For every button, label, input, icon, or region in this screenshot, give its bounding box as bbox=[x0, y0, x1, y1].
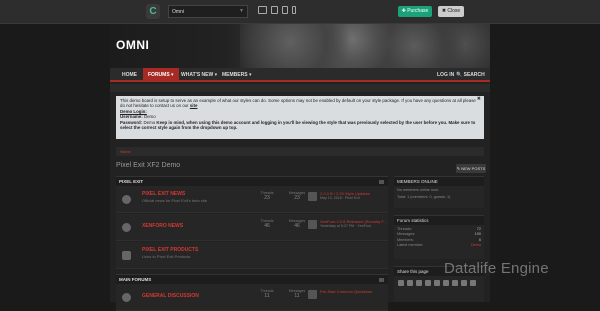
twitter-icon[interactable] bbox=[407, 280, 413, 286]
notice-username: Demo bbox=[143, 114, 156, 120]
nav-home[interactable]: HOME bbox=[122, 68, 137, 82]
avatar[interactable] bbox=[308, 192, 317, 201]
sub-nav bbox=[110, 84, 490, 92]
demo-notice: ✖ This demo board is setup to serve as a… bbox=[116, 96, 484, 139]
notice-demo-login: Demo Login: bbox=[120, 108, 147, 114]
forum-title[interactable]: PIXEL EXIT NEWS bbox=[142, 191, 185, 197]
members-online-text: No members online now. bbox=[397, 188, 439, 192]
theme-select[interactable]: Omni ▼ bbox=[168, 5, 248, 18]
watermark: Datalife Engine bbox=[444, 260, 549, 277]
breadcrumb-home[interactable]: Home bbox=[120, 149, 131, 154]
breadcrumb: Home bbox=[116, 147, 484, 156]
laptop-icon[interactable] bbox=[271, 6, 278, 14]
share-icons bbox=[398, 280, 478, 300]
banner-image bbox=[240, 24, 490, 68]
nav-search[interactable]: 🔍 SEARCH bbox=[456, 68, 485, 82]
notice-text: This demo board is setup to serve as an … bbox=[120, 98, 476, 109]
forum-row: XENFORO NEWS Threads 46 Messages 46 XenFor… bbox=[116, 214, 388, 241]
nav-members[interactable]: MEMBERS ▾ bbox=[222, 68, 251, 82]
category-title[interactable]: PIXEL EXIT bbox=[119, 179, 143, 184]
category-title[interactable]: MAIN FORUMS bbox=[119, 277, 151, 282]
category-header[interactable]: PIXEL EXIT bbox=[116, 176, 388, 186]
site-title[interactable]: OMNI bbox=[116, 38, 149, 52]
logo-glyph: C bbox=[149, 6, 157, 17]
collapse-icon[interactable] bbox=[379, 180, 384, 184]
nav-login[interactable]: LOG IN bbox=[437, 68, 454, 82]
tablet-icon[interactable] bbox=[282, 6, 288, 14]
avatar[interactable] bbox=[308, 220, 317, 229]
link-icon[interactable] bbox=[470, 280, 476, 286]
members-online-header: MEMBERS ONLINE bbox=[394, 176, 484, 186]
notice-username-label: Username: bbox=[120, 114, 143, 120]
last-post-meta: May 10, 2018 · Pixel Exit bbox=[320, 196, 360, 200]
forum-title[interactable]: PIXEL EXIT PRODUCTS bbox=[142, 247, 198, 253]
members-online-body: No members online now. Total: 1 (members… bbox=[394, 186, 484, 208]
avatar[interactable] bbox=[308, 290, 317, 299]
forum-row: PIXEL EXIT PRODUCTS Links to Pixel Exit … bbox=[116, 242, 388, 269]
mobile-icon[interactable] bbox=[292, 6, 296, 14]
reddit-icon[interactable] bbox=[425, 280, 431, 286]
forum-chat-icon bbox=[122, 293, 131, 302]
theme-select-value: Omni bbox=[172, 9, 184, 15]
forum-title[interactable]: GENERAL DISCUSSION bbox=[142, 293, 199, 299]
threads-count: 46 bbox=[264, 223, 270, 229]
google-plus-icon[interactable] bbox=[416, 280, 422, 286]
last-post-title[interactable]: Pre-Sale Common Questions bbox=[320, 289, 390, 294]
demo-topbar: C Omni ▼ ✚ Purchase ✖ Close bbox=[0, 0, 600, 24]
notice-password-label: Password: bbox=[120, 119, 143, 125]
facebook-icon[interactable] bbox=[398, 280, 404, 286]
members-online-total: Total: 1 (members: 0, guests: 1) bbox=[397, 195, 451, 199]
nav-whats-new[interactable]: WHAT'S NEW ▾ bbox=[181, 68, 217, 82]
chevron-down-icon: ▼ bbox=[239, 8, 244, 14]
desktop-icon[interactable] bbox=[258, 6, 267, 14]
threads-count: 11 bbox=[264, 293, 270, 299]
notice-password: Demo bbox=[143, 119, 156, 125]
pinterest-icon[interactable] bbox=[434, 280, 440, 286]
forum-chat-icon bbox=[122, 195, 131, 204]
tumblr-icon[interactable] bbox=[443, 280, 449, 286]
collapse-icon[interactable] bbox=[379, 278, 384, 282]
whatsapp-icon[interactable] bbox=[452, 280, 458, 286]
notice-site-link[interactable]: site bbox=[190, 103, 198, 108]
close-icon[interactable]: ✖ bbox=[477, 96, 481, 102]
page-title: Pixel Exit XF2 Demo bbox=[116, 162, 181, 169]
new-posts-button[interactable]: ✎ NEW POSTS bbox=[456, 164, 486, 173]
category-header[interactable]: MAIN FORUMS bbox=[116, 274, 388, 284]
forum-title[interactable]: XENFORO NEWS bbox=[142, 223, 183, 229]
forum-row: GENERAL DISCUSSION Threads 11 Messages 11 … bbox=[116, 284, 388, 311]
forum-chat-icon bbox=[122, 223, 131, 232]
app-logo[interactable]: C bbox=[146, 4, 160, 19]
notice-password-note: Keep in mind, when using this demo accou… bbox=[120, 119, 476, 131]
email-icon[interactable] bbox=[461, 280, 467, 286]
link-forum-icon bbox=[122, 251, 131, 260]
site-frame: OMNI HOME FORUMS ▾ WHAT'S NEW ▾ MEMBERS … bbox=[110, 24, 490, 311]
stat-label: Latest member: bbox=[397, 243, 424, 248]
latest-member-link[interactable]: Demo bbox=[471, 243, 481, 248]
forum-description: Links to Pixel Exit Products bbox=[142, 254, 191, 259]
main-nav: HOME FORUMS ▾ WHAT'S NEW ▾ MEMBERS ▾ LOG… bbox=[110, 68, 490, 82]
forum-stats-body: Threads: 72 Messages: 190 Members: 6 Latest… bbox=[394, 225, 484, 259]
forum-stats-header: Forum statistics bbox=[394, 215, 484, 225]
header-banner: OMNI bbox=[110, 24, 490, 68]
nav-forums[interactable]: FORUMS ▾ bbox=[143, 68, 179, 82]
last-post-meta: Yesterday at 5:27 PM · XenForo bbox=[320, 224, 372, 228]
threads-count: 23 bbox=[264, 195, 270, 201]
forum-description: Official news for Pixel Exit's beta site bbox=[142, 198, 207, 203]
close-button[interactable]: ✖ Close bbox=[438, 6, 464, 17]
purchase-button[interactable]: ✚ Purchase bbox=[398, 6, 432, 17]
forum-row: PIXEL EXIT NEWS Official news for Pixel … bbox=[116, 186, 388, 213]
